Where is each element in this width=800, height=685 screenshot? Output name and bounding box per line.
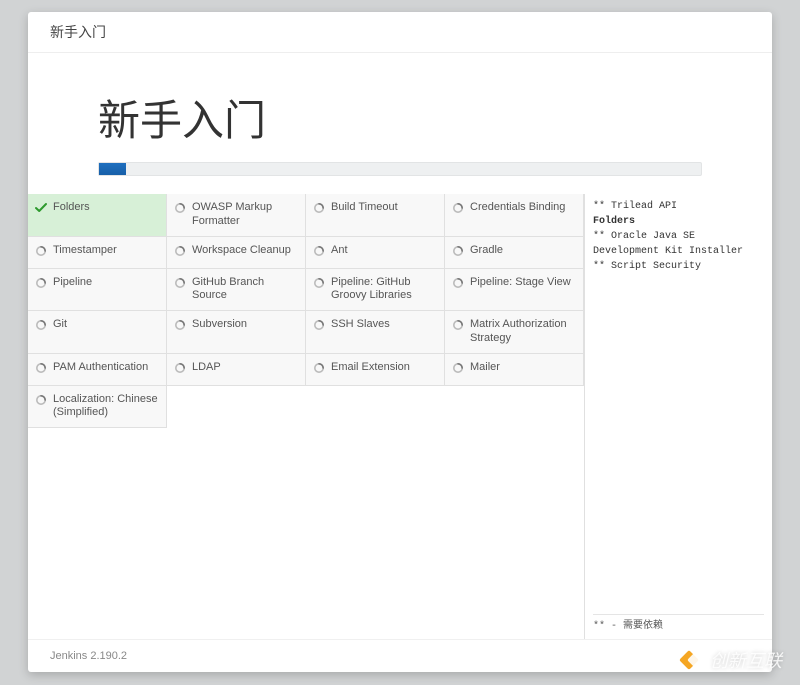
spinner-icon [173,361,187,375]
plugin-label: Email Extension [331,361,410,375]
plugin-cell: PAM Authentication [28,354,167,386]
install-progress-fill [99,163,126,175]
plugin-label: Folders [53,201,90,215]
spinner-icon [451,318,465,332]
spinner-icon [34,244,48,258]
spinner-icon [312,244,326,258]
plugin-cell: Ant [306,237,445,269]
plugin-label: PAM Authentication [53,361,148,375]
plugin-cell: Credentials Binding [445,194,584,237]
plugin-label: Pipeline: GitHub Groovy Libraries [331,276,438,304]
hero-section: 新手入门 [28,53,772,194]
plugin-cell: Matrix Authorization Strategy [445,311,584,354]
plugin-label: Build Timeout [331,201,398,215]
log-line: ** Script Security [593,259,764,274]
spinner-icon [173,318,187,332]
spinner-icon [34,318,48,332]
log-line: ** Oracle Java SE Development Kit Instal… [593,229,764,259]
plugin-label: Matrix Authorization Strategy [470,318,577,346]
plugin-label: Ant [331,244,348,258]
log-lines: ** Trilead APIFolders** Oracle Java SE D… [593,199,764,610]
plugin-label: OWASP Markup Formatter [192,201,299,229]
plugin-label: SSH Slaves [331,318,390,332]
dialog-header: 新手入门 [28,12,772,53]
plugin-cell: Build Timeout [306,194,445,237]
setup-wizard-dialog: 新手入门 新手入门 Folders OWASP Markup Formatter B… [28,12,772,672]
plugin-cell: GitHub Branch Source [167,269,306,312]
plugin-label: LDAP [192,361,221,375]
plugin-label: GitHub Branch Source [192,276,299,304]
plugin-cell: Workspace Cleanup [167,237,306,269]
plugin-cell: Subversion [167,311,306,354]
plugin-cell: Timestamper [28,237,167,269]
plugin-cell: Pipeline [28,269,167,312]
plugin-cell: OWASP Markup Formatter [167,194,306,237]
plugin-label: Gradle [470,244,503,258]
log-line: ** Trilead API [593,199,764,214]
spinner-icon [173,244,187,258]
plugin-label: Subversion [192,318,247,332]
watermark-icon [682,649,704,671]
plugin-cell: Localization: Chinese (Simplified) [28,386,167,429]
spinner-icon [451,276,465,290]
plugin-grid: Folders OWASP Markup Formatter Build Timeo… [28,194,584,639]
plugin-label: Pipeline: Stage View [470,276,571,290]
spinner-icon [173,276,187,290]
jenkins-version: Jenkins 2.190.2 [50,650,127,662]
spinner-icon [451,361,465,375]
spinner-icon [312,318,326,332]
plugin-label: Workspace Cleanup [192,244,291,258]
header-title: 新手入门 [50,24,106,40]
plugin-cell: LDAP [167,354,306,386]
log-line: Folders [593,214,764,229]
spinner-icon [312,201,326,215]
plugin-cell: Email Extension [306,354,445,386]
spinner-icon [34,393,48,407]
dialog-footer: Jenkins 2.190.2 [28,639,772,672]
page-title: 新手入门 [98,87,702,148]
plugin-label: Credentials Binding [470,201,565,215]
plugin-cell: Git [28,311,167,354]
plugin-label: Git [53,318,67,332]
plugin-label: Timestamper [53,244,117,258]
body: Folders OWASP Markup Formatter Build Timeo… [28,194,772,639]
spinner-icon [34,276,48,290]
spinner-icon [173,201,187,215]
check-icon [34,201,48,215]
watermark: 创新互联 [682,647,782,673]
plugin-cell: Gradle [445,237,584,269]
spinner-icon [312,361,326,375]
plugin-cell: Pipeline: Stage View [445,269,584,312]
plugin-label: Mailer [470,361,500,375]
install-log: ** Trilead APIFolders** Oracle Java SE D… [584,194,772,639]
watermark-text: 创新互联 [710,647,782,673]
install-progress [98,162,702,176]
plugin-cell: Pipeline: GitHub Groovy Libraries [306,269,445,312]
plugin-label: Pipeline [53,276,92,290]
spinner-icon [451,201,465,215]
plugin-cell: SSH Slaves [306,311,445,354]
plugin-label: Localization: Chinese (Simplified) [53,393,160,421]
spinner-icon [312,276,326,290]
spinner-icon [451,244,465,258]
plugin-cell: Mailer [445,354,584,386]
plugin-cell: Folders [28,194,167,237]
log-legend: ** - 需要依赖 [593,614,764,634]
spinner-icon [34,361,48,375]
